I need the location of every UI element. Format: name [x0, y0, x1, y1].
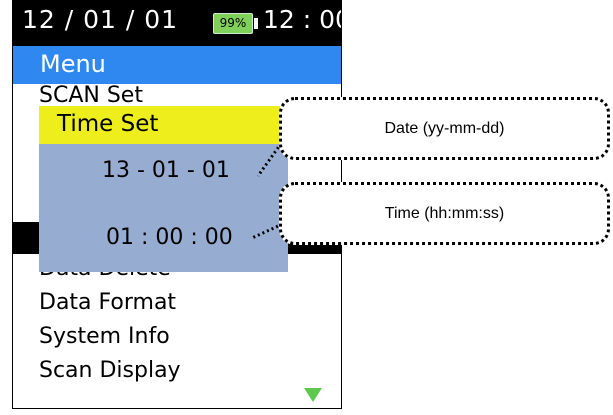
date-callout: Date (yy-mm-dd) [279, 97, 610, 160]
time-callout-label: Time (hh:mm:ss) [384, 205, 505, 222]
time-callout: Time (hh:mm:ss) [279, 182, 610, 245]
date-callout-label: Date (yy-mm-dd) [384, 120, 505, 137]
